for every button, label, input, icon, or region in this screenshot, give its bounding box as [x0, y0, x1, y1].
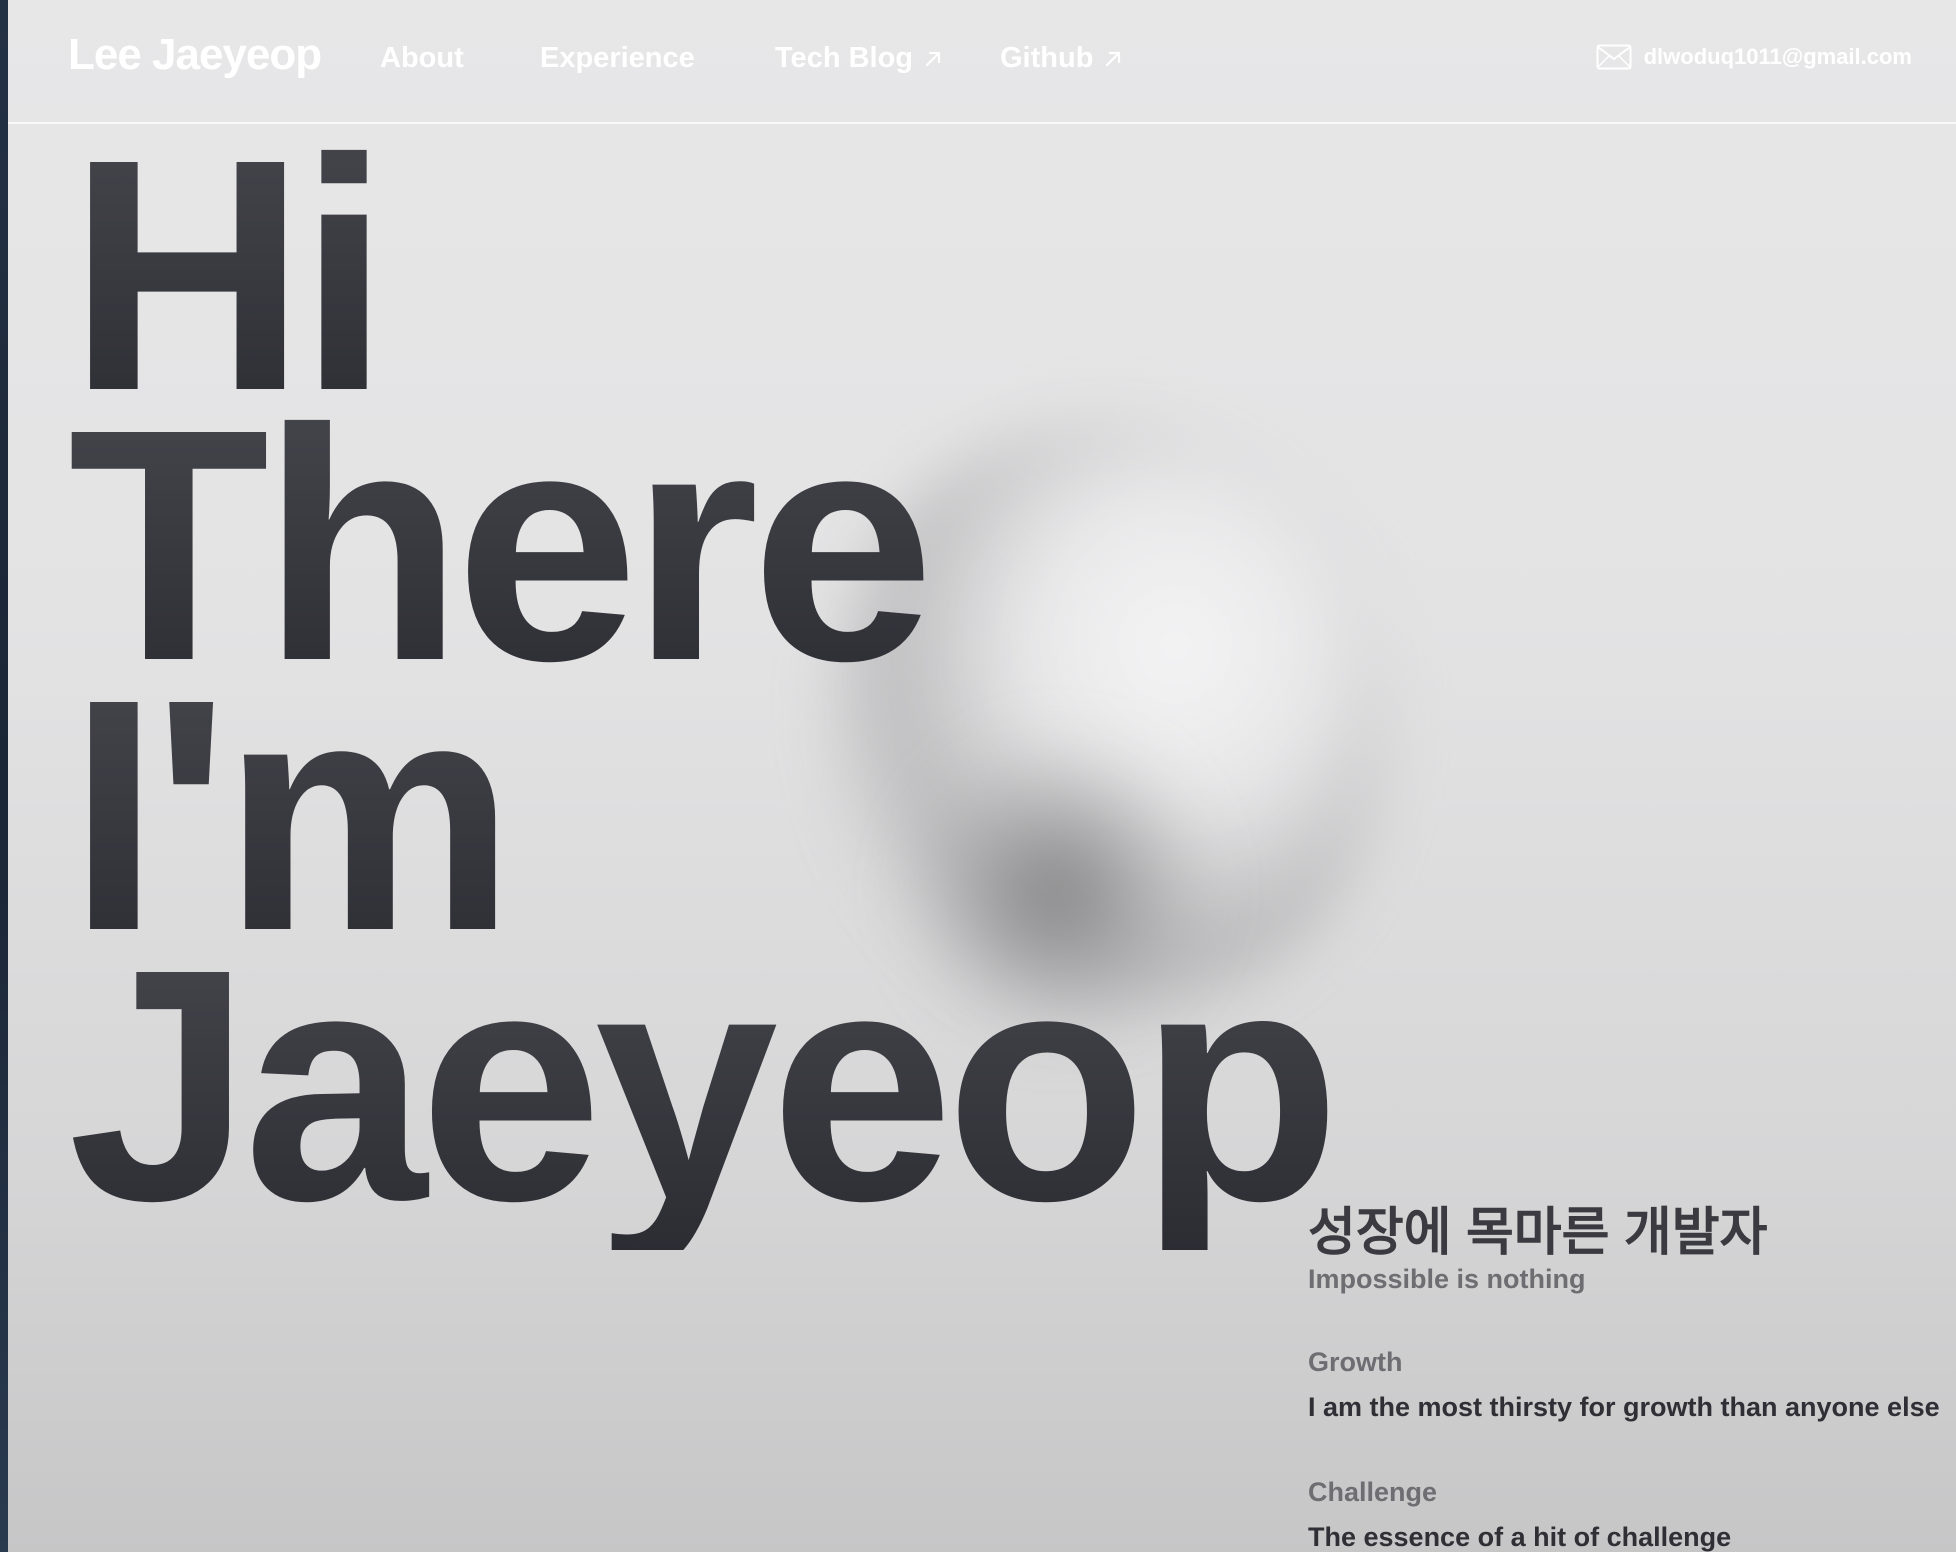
hero-line-name: Jaeyeop [68, 900, 1341, 1269]
intro-headline: 성장에 목마른 개발자 [1308, 1204, 1768, 1262]
nav-link-label: About [380, 42, 464, 74]
nav-link-github[interactable]: Github [1000, 42, 1123, 75]
nav-link-experience[interactable]: Experience [540, 42, 695, 75]
intro-tagline: Impossible is nothing [1308, 1264, 1586, 1295]
nav-link-label: Experience [540, 42, 695, 74]
brand-logo[interactable]: Lee Jaeyeop [68, 30, 322, 80]
desktop-edge [0, 0, 8, 1552]
intro-section-growth: Growth I am the most thirsty for growth … [1308, 1347, 1956, 1423]
nav-link-about[interactable]: About [380, 42, 464, 75]
section-title: Growth [1308, 1347, 1403, 1378]
section-text: I am the most thirsty for growth than an… [1308, 1392, 1940, 1423]
intro-panel: 성장에 목마른 개발자 Impossible is nothing Growth… [1308, 1204, 1956, 1552]
arrow-up-right-icon [925, 51, 941, 66]
arrow-up-right-icon [1106, 51, 1121, 66]
nav-link-tech-blog[interactable]: Tech Blog [775, 42, 943, 75]
section-text: The essence of a hit of challenge [1308, 1522, 1732, 1552]
intro-section-challenge: Challenge The essence of a hit of challe… [1308, 1477, 1956, 1552]
nav-link-label: Tech Blog [775, 42, 914, 74]
section-title: Challenge [1308, 1477, 1438, 1508]
mail-icon [1596, 44, 1632, 70]
nav-link-label: Github [1000, 42, 1094, 74]
email-link[interactable]: dlwoduq1011@gmail.com [1596, 44, 1912, 70]
email-address: dlwoduq1011@gmail.com [1643, 44, 1912, 69]
portfolio-page: Lee Jaeyeop About Experience Tech Blog G… [8, 0, 1956, 1552]
